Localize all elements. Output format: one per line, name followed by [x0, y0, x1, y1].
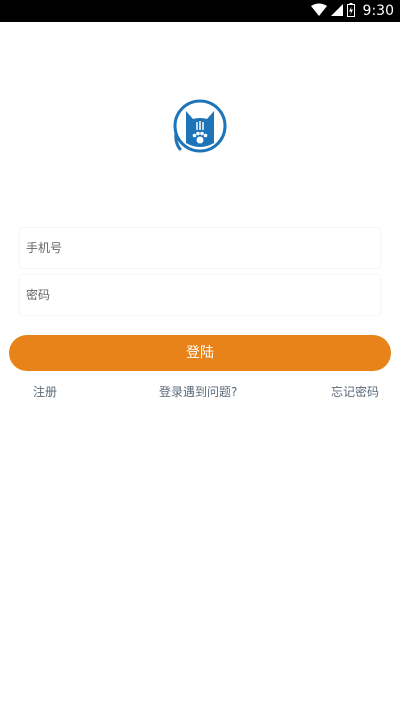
status-icons: 9:30: [310, 0, 394, 22]
password-input[interactable]: [20, 275, 380, 315]
forgot-password-link[interactable]: 忘记密码: [331, 384, 379, 400]
password-field-container: [20, 275, 380, 315]
phone-field-container: [20, 228, 380, 268]
login-button[interactable]: 登陆: [9, 335, 391, 371]
phone-input[interactable]: [20, 228, 380, 268]
status-time: 9:30: [362, 3, 394, 19]
signal-icon: [330, 2, 343, 21]
wifi-icon: [310, 2, 327, 21]
status-bar: 9:30: [0, 0, 400, 22]
register-link[interactable]: 注册: [33, 384, 57, 400]
cat-logo-icon: [171, 97, 229, 155]
battery-icon: [346, 2, 355, 21]
login-problem-link[interactable]: 登录遇到问题?: [159, 384, 237, 400]
